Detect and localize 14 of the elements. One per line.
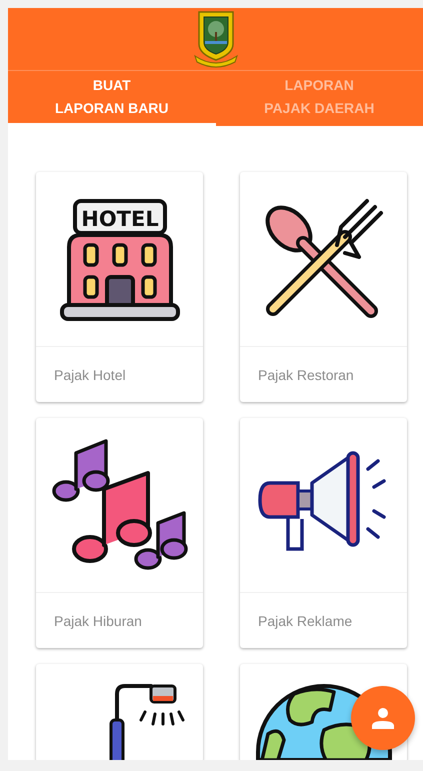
- tax-card[interactable]: HOTEL Pajak Hotel: [36, 172, 203, 402]
- tax-card[interactable]: [36, 664, 203, 760]
- emblem-logo: [192, 10, 238, 68]
- card-label: Pajak Hotel: [53, 366, 127, 385]
- tax-card[interactable]: Pajak Restoran: [240, 172, 407, 402]
- tax-card[interactable]: Pajak Hiburan: [36, 418, 203, 648]
- report-tab[interactable]: LAPORAN PAJAK DAERAH: [216, 71, 423, 126]
- tax-card[interactable]: Pajak Reklame: [240, 418, 407, 648]
- card-label: Pajak Restoran: [257, 366, 355, 385]
- report-tab[interactable]: BUAT LAPORAN BARU: [8, 71, 216, 126]
- card-label: Pajak Reklame: [257, 612, 354, 631]
- card-label: Pajak Hiburan: [53, 612, 143, 631]
- person-icon: [372, 707, 394, 729]
- music-notes-icon: [52, 439, 188, 571]
